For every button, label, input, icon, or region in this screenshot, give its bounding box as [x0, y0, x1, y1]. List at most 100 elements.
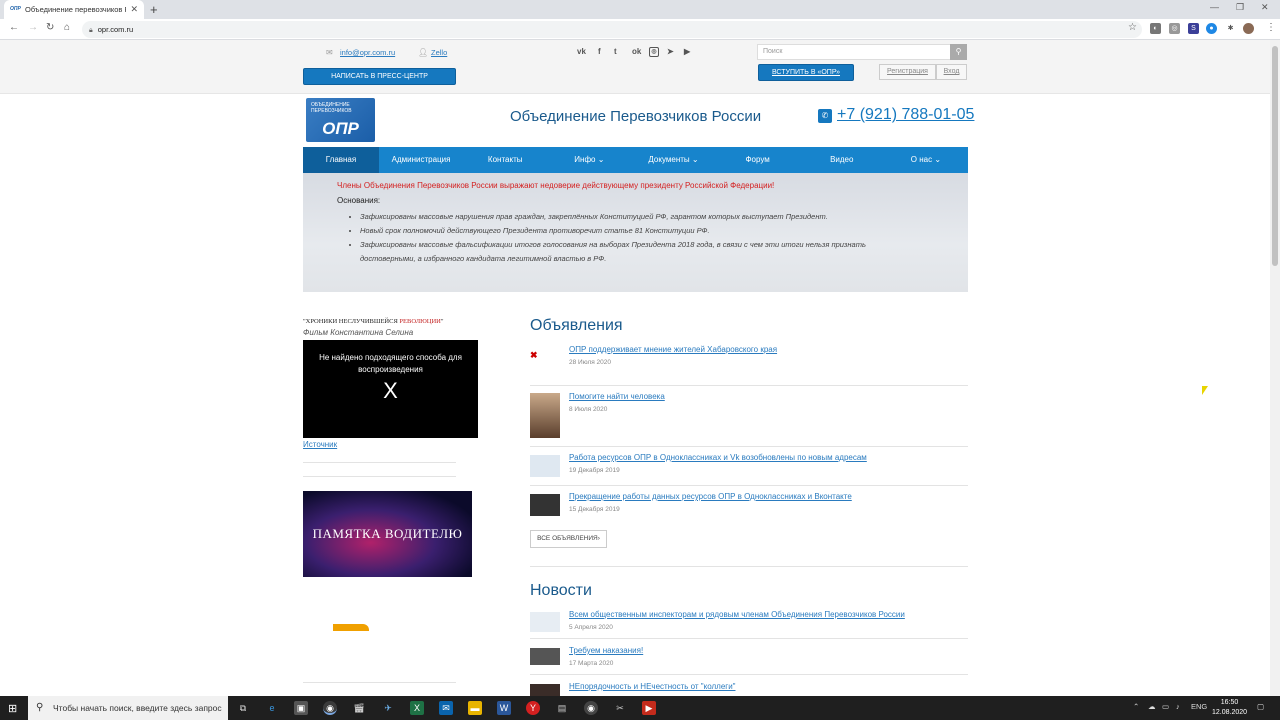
youtube-icon[interactable]: ▶: [684, 47, 690, 56]
chrome-icon[interactable]: ◉: [323, 701, 337, 715]
menu-item-home[interactable]: Главная: [303, 147, 379, 173]
excel-icon[interactable]: X: [410, 701, 424, 715]
network-icon[interactable]: ▭: [1162, 702, 1169, 711]
announcement-link[interactable]: Работа ресурсов ОПР в Одноклассниках и V…: [569, 453, 867, 462]
menu-item-info[interactable]: Инфо ⌄: [547, 147, 631, 173]
announcement-link[interactable]: Прекращение работы данных ресурсов ОПР в…: [569, 492, 852, 501]
news-thumbnail[interactable]: [530, 612, 560, 632]
browser-menu-icon[interactable]: ⋮: [1266, 22, 1276, 33]
all-announcements-button[interactable]: ВСЕ ОБЪЯВЛЕНИЯ›: [530, 530, 607, 548]
login-button[interactable]: Вход: [936, 64, 967, 80]
email-link[interactable]: info@opr.com.ru: [340, 48, 395, 57]
banner-basis-label: Основания:: [337, 196, 381, 205]
extension-blue-icon[interactable]: ●: [1206, 23, 1217, 34]
onedrive-icon[interactable]: ☁: [1148, 702, 1156, 711]
extensions-puzzle-icon[interactable]: ✱: [1225, 23, 1236, 34]
app-icon[interactable]: ▤: [555, 701, 569, 715]
restore-icon[interactable]: ❐: [1236, 2, 1244, 13]
new-tab-icon[interactable]: +: [150, 2, 158, 17]
taskbar-search-input[interactable]: ⚲ Чтобы начать поиск, введите здесь запро…: [28, 696, 228, 720]
odnoklassniki-icon[interactable]: ok: [632, 47, 641, 56]
close-tab-icon[interactable]: ✕: [130, 4, 138, 15]
announcement-thumbnail[interactable]: [530, 494, 560, 516]
zello-link[interactable]: Zello: [431, 48, 447, 57]
menu-item-contacts[interactable]: Контакты: [463, 147, 547, 173]
menu-item-documents[interactable]: Документы ⌄: [631, 147, 715, 173]
notifications-icon[interactable]: ▢: [1257, 702, 1264, 711]
telegram-icon[interactable]: ➤: [667, 47, 674, 56]
announcement-link[interactable]: ОПР поддерживает мнение жителей Хабаровс…: [569, 345, 777, 354]
chrome-alt-icon[interactable]: ◉: [584, 701, 598, 715]
press-center-button[interactable]: НАПИСАТЬ В ПРЕСС-ЦЕНТР: [303, 68, 456, 85]
join-button[interactable]: ВСТУПИТЬ В «ОПР»: [758, 64, 854, 81]
phone-link[interactable]: +7 (921) 788-01-05: [837, 106, 974, 124]
site-logo[interactable]: ОБЪЕДИНЕНИЕ ПЕРЕВОЗЧИКОВ ОПР: [306, 98, 375, 142]
reload-icon[interactable]: ↻: [46, 22, 54, 33]
announcement-thumbnail[interactable]: [530, 455, 560, 477]
windows-taskbar: ⊞ ⚲ Чтобы начать поиск, введите здесь зап…: [0, 696, 1280, 720]
banner-reasons-list: Зафиксированы массовые нарушения прав гр…: [360, 210, 900, 266]
news-link[interactable]: НЕпорядочность и НЕчестность от "коллеги…: [569, 682, 736, 691]
menu-item-administration[interactable]: Администрация: [379, 147, 463, 173]
scrollbar-thumb[interactable]: [1272, 46, 1278, 266]
facebook-icon[interactable]: f: [598, 47, 601, 56]
divider: [530, 638, 968, 639]
register-button[interactable]: Регистрация: [879, 64, 936, 80]
word-icon[interactable]: W: [497, 701, 511, 715]
mail-icon[interactable]: ✉: [439, 701, 453, 715]
menu-item-about[interactable]: О нас ⌄: [884, 147, 968, 173]
back-icon[interactable]: ←: [9, 22, 19, 33]
news-thumbnail[interactable]: [530, 648, 560, 665]
url-field[interactable]: 🔒︎ opr.com.ru: [82, 21, 1142, 38]
source-link[interactable]: Источник: [303, 440, 337, 449]
instagram-icon[interactable]: ◎: [649, 47, 659, 57]
announcement-thumbnail[interactable]: ✖: [530, 350, 560, 374]
yandex-icon[interactable]: Y: [526, 701, 540, 715]
file-explorer-icon[interactable]: ▬: [468, 701, 482, 715]
main-menu: Главная Администрация Контакты Инфо ⌄ До…: [303, 147, 968, 173]
volume-icon[interactable]: ♪: [1176, 702, 1180, 711]
language-indicator[interactable]: ENG: [1191, 702, 1207, 711]
browser-tab-bar: ОПР Объединение перевозчиков Р... ✕ + — …: [0, 0, 1280, 19]
home-icon[interactable]: ⌂: [64, 22, 70, 33]
close-window-icon[interactable]: ✕: [1261, 2, 1269, 13]
announcement-thumbnail[interactable]: [530, 393, 560, 438]
news-link[interactable]: Требуем наказания!: [569, 646, 643, 655]
taskbar-clock[interactable]: 16:50 12.08.2020: [1212, 698, 1247, 718]
media-app-icon[interactable]: 🎬︎: [352, 701, 366, 715]
store-icon[interactable]: ▣: [294, 701, 308, 715]
task-view-icon[interactable]: ⧉: [236, 701, 250, 715]
tab-title: Объединение перевозчиков Р...: [25, 5, 127, 14]
extension-s-icon[interactable]: S: [1188, 23, 1199, 34]
extension-search-icon[interactable]: ◐: [1150, 23, 1161, 34]
windows-start-icon[interactable]: ⊞: [8, 702, 17, 715]
address-bar-row: ← → ↻ ⌂ 🔒︎ opr.com.ru ☆ ◐ ◎ S ● ✱ ⋮: [0, 19, 1280, 40]
minimize-icon[interactable]: —: [1210, 2, 1219, 12]
statement-banner: Члены Объединения Перевозчиков России вы…: [303, 173, 968, 292]
app-icon[interactable]: ✂: [613, 701, 627, 715]
menu-item-forum[interactable]: Форум: [716, 147, 800, 173]
video-player[interactable]: Не найдено подходящего способа для воспр…: [303, 340, 478, 438]
divider: [530, 446, 968, 447]
search-button[interactable]: ⚲: [950, 44, 967, 60]
app-icon[interactable]: ▶: [642, 701, 656, 715]
video-error-message: Не найдено подходящего способа для воспр…: [319, 353, 462, 374]
profile-avatar[interactable]: [1243, 23, 1254, 34]
news-link[interactable]: Всем общественным инспекторам и рядовым …: [569, 610, 905, 619]
news-thumbnail[interactable]: [530, 684, 560, 696]
email-icon: ✉: [326, 48, 333, 57]
tray-overflow-icon[interactable]: ⌃: [1133, 702, 1139, 711]
extension-globe-icon[interactable]: ◎: [1169, 23, 1180, 34]
divider: [303, 476, 456, 477]
menu-item-video[interactable]: Видео: [800, 147, 884, 173]
app-icon[interactable]: ✈: [381, 701, 395, 715]
forward-icon[interactable]: →: [28, 22, 38, 33]
edge-icon[interactable]: e: [265, 701, 279, 715]
bookmark-star-icon[interactable]: ☆: [1128, 22, 1137, 33]
search-input[interactable]: Поиск: [757, 44, 967, 60]
vk-icon[interactable]: vk: [577, 47, 586, 56]
browser-tab[interactable]: ОПР Объединение перевозчиков Р... ✕: [4, 0, 144, 19]
driver-memo-banner[interactable]: ПАМЯТКА ВОДИТЕЛЮ: [303, 491, 472, 577]
twitter-icon[interactable]: t: [614, 47, 617, 56]
announcement-link[interactable]: Помогите найти человека: [569, 392, 665, 401]
